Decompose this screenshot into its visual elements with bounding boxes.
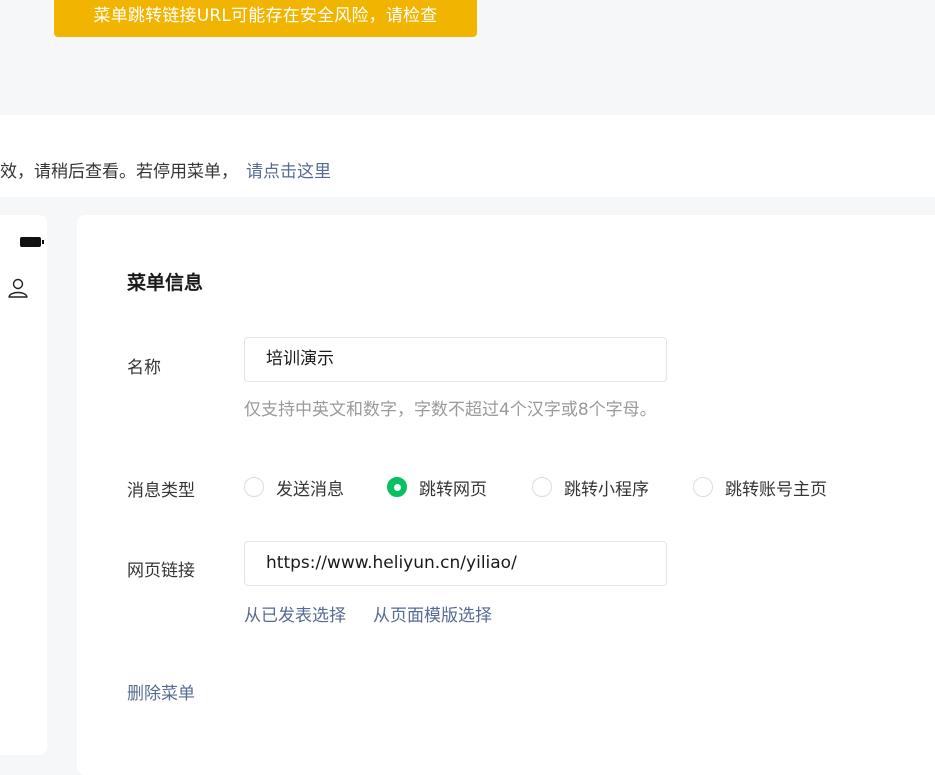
web-link-input[interactable]: https://www.heliyun.cn/yiliao/	[244, 541, 667, 586]
radio-jump-miniprogram[interactable]: 跳转小程序	[532, 475, 649, 500]
choose-published-link[interactable]: 从已发表选择	[244, 601, 346, 626]
user-icon[interactable]	[7, 277, 29, 299]
delete-menu-link[interactable]: 删除菜单	[127, 679, 195, 704]
section-title: 菜单信息	[127, 272, 204, 294]
name-label: 名称	[127, 358, 161, 378]
radio-send-message[interactable]: 发送消息	[244, 475, 344, 500]
message-type-label: 消息类型	[127, 481, 195, 501]
disable-menu-link[interactable]: 请点击这里	[246, 162, 331, 182]
radio-checked-icon	[387, 477, 407, 497]
radio-label: 跳转账号主页	[725, 479, 827, 500]
radio-unchecked-icon	[532, 477, 552, 497]
notice-message: 效，请稍后查看。若停用菜单， 请点击这里	[0, 157, 331, 182]
web-link-label: 网页链接	[127, 561, 195, 581]
radio-jump-account-home[interactable]: 跳转账号主页	[693, 475, 827, 500]
notice-text: 效，请稍后查看。若停用菜单，	[0, 162, 238, 182]
radio-unchecked-icon	[693, 477, 713, 497]
name-input[interactable]: 培训演示	[244, 337, 667, 382]
name-hint: 仅支持中英文和数字，字数不超过4个汉字或8个字母。	[244, 400, 657, 420]
choose-template-link[interactable]: 从页面模版选择	[373, 601, 492, 626]
notice-bar	[0, 115, 935, 197]
radio-label: 跳转网页	[419, 479, 487, 500]
radio-unchecked-icon	[244, 477, 264, 497]
radio-label: 发送消息	[276, 479, 344, 500]
radio-jump-webpage[interactable]: 跳转网页	[387, 475, 487, 500]
battery-icon	[20, 237, 44, 247]
radio-label: 跳转小程序	[564, 479, 649, 500]
security-warning-toast: 菜单跳转链接URL可能存在安全风险，请检查	[54, 0, 477, 37]
